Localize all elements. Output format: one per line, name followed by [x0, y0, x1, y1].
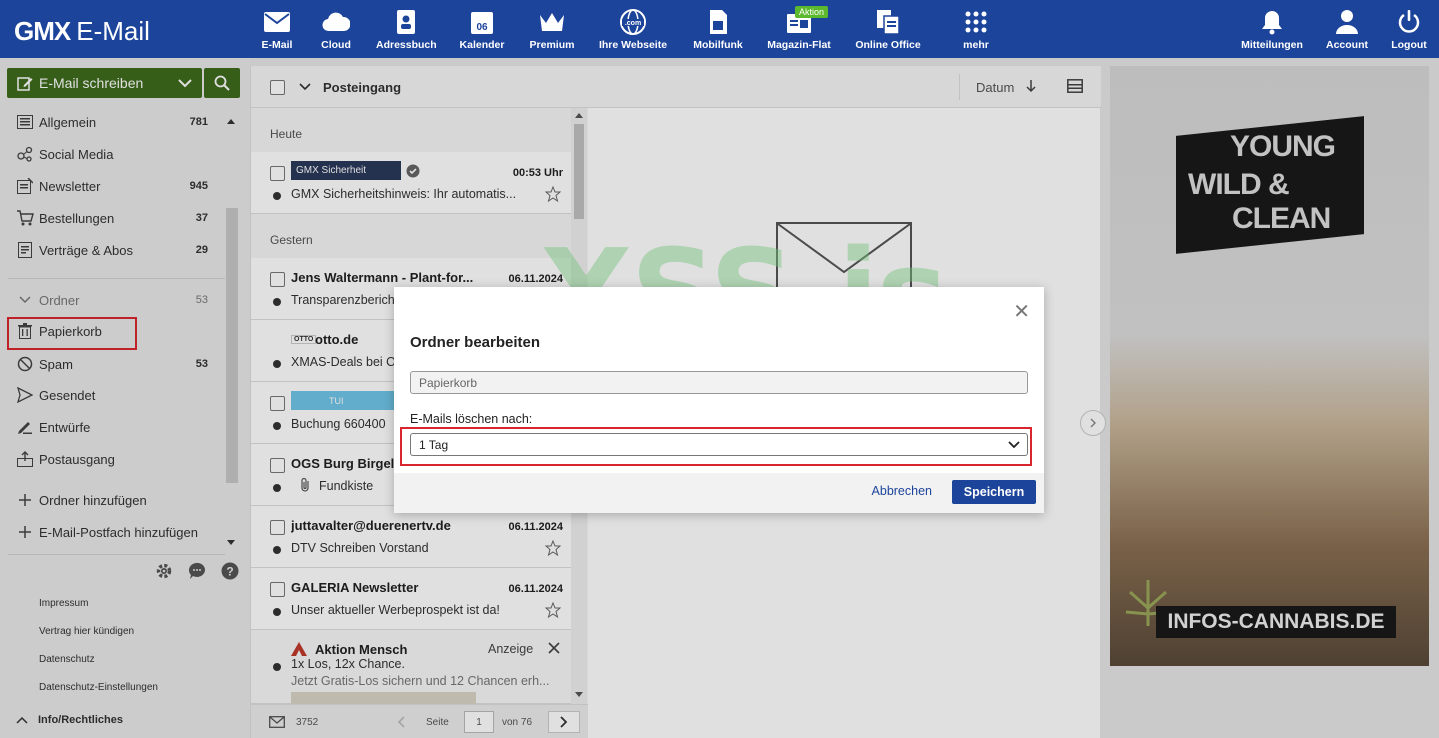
save-button[interactable]: Speichern	[952, 480, 1036, 504]
office-icon	[855, 8, 921, 36]
folder-name-field[interactable]: Papierkorb	[410, 371, 1028, 394]
brand-name: GMX	[14, 16, 71, 46]
nav-mitteilungen[interactable]: Mitteilungen	[1239, 8, 1305, 51]
nav-adressbuch[interactable]: Adressbuch	[376, 8, 437, 51]
calendar-icon: 06	[458, 8, 506, 36]
nav-online-office[interactable]: Online Office	[855, 8, 921, 51]
select-highlight	[400, 427, 1032, 466]
svg-text:06: 06	[476, 22, 488, 33]
nav-logout[interactable]: Logout	[1388, 8, 1430, 51]
svg-text:.com: .com	[625, 20, 641, 27]
addressbook-icon	[376, 8, 436, 36]
edit-folder-dialog: ✕ Ordner bearbeiten Papierkorb E-Mails l…	[394, 287, 1044, 513]
close-icon[interactable]: ✕	[1013, 299, 1030, 324]
grid-icon	[958, 8, 994, 36]
nav-account[interactable]: Account	[1324, 8, 1370, 51]
bell-icon	[1239, 8, 1305, 36]
aktion-badge: Aktion	[795, 6, 829, 18]
nav-ihre-webseite[interactable]: .com Ihre Webseite	[597, 8, 669, 51]
dialog-footer: Abbrechen Speichern	[394, 473, 1044, 513]
crown-icon	[526, 8, 578, 36]
delete-after-label: E-Mails löschen nach:	[410, 412, 533, 426]
user-icon	[1324, 8, 1370, 36]
product-name: E-Mail	[76, 16, 150, 46]
top-navigation-bar: GMX E-Mail E-Mail Cloud Adressbuch 06 Kal…	[0, 0, 1439, 58]
nav-magazin-flat[interactable]: Aktion Magazin-Flat	[764, 6, 834, 51]
dialog-title: Ordner bearbeiten	[410, 334, 541, 351]
cancel-button[interactable]: Abbrechen	[872, 484, 932, 498]
envelope-icon	[259, 8, 295, 36]
gmx-logo[interactable]: GMX E-Mail	[14, 16, 150, 47]
nav-mobilfunk[interactable]: Mobilfunk	[692, 8, 744, 51]
power-icon	[1388, 8, 1430, 36]
nav-email[interactable]: E-Mail	[259, 8, 295, 51]
nav-kalender[interactable]: 06 Kalender	[458, 8, 506, 51]
globe-icon: .com	[597, 8, 669, 36]
nav-premium[interactable]: Premium	[526, 8, 578, 51]
nav-cloud[interactable]: Cloud	[318, 8, 354, 51]
sim-card-icon	[692, 8, 744, 36]
nav-mehr[interactable]: mehr	[958, 8, 994, 51]
cloud-icon	[318, 8, 354, 36]
